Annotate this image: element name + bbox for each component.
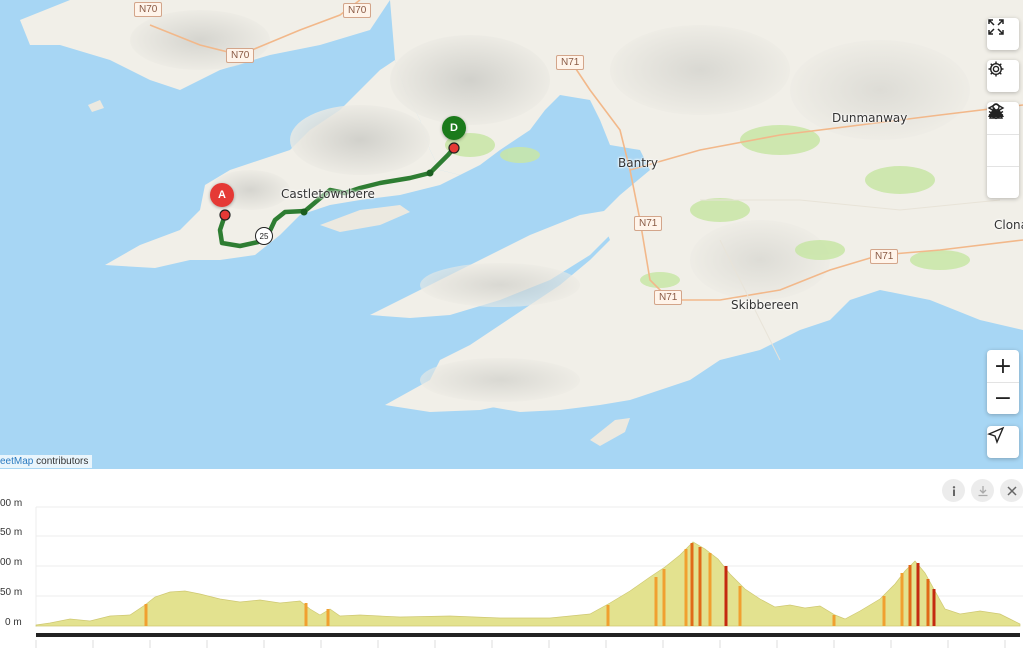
- road-shield: N71: [556, 55, 585, 70]
- town-label: Bantry: [618, 156, 658, 170]
- elevation-chart[interactable]: [0, 469, 1023, 648]
- fullscreen-control[interactable]: [987, 18, 1019, 50]
- settings-control[interactable]: [987, 60, 1019, 92]
- road-shield: N70: [343, 3, 372, 18]
- zoom-in-button[interactable]: +: [987, 350, 1019, 382]
- town-label: Castletownbere: [281, 187, 375, 201]
- town-label: Clona: [994, 218, 1023, 232]
- map-view[interactable]: N70 N70 N70 N71 N71 N71 N71 Dunmanway Ba…: [0, 0, 1023, 469]
- attribution-link[interactable]: eetMap: [0, 456, 33, 467]
- road-shield: N71: [654, 290, 683, 305]
- elevation-panel: 00 m 50 m 00 m 50 m 0 m: [0, 469, 1023, 648]
- route-start-marker[interactable]: A: [210, 183, 234, 207]
- locate-control[interactable]: [987, 426, 1019, 458]
- road-shield: N71: [634, 216, 663, 231]
- map-terrain: [20, 0, 1023, 446]
- road-shield: N71: [870, 249, 899, 264]
- zoom-out-button[interactable]: −: [987, 382, 1019, 414]
- map-layers-control[interactable]: [987, 102, 1019, 198]
- zoom-control[interactable]: + −: [987, 350, 1019, 414]
- gear-icon[interactable]: [987, 60, 1019, 92]
- fullscreen-icon[interactable]: [987, 18, 1019, 50]
- route-end-marker[interactable]: D: [442, 116, 466, 140]
- road-shield: N70: [226, 48, 255, 63]
- town-label: Skibbereen: [731, 298, 799, 312]
- road-shield: N70: [134, 2, 163, 17]
- locate-icon[interactable]: [987, 426, 1019, 458]
- attribution-text: contributors: [33, 456, 89, 467]
- town-label: Dunmanway: [832, 111, 908, 125]
- mountain-icon[interactable]: [987, 107, 1019, 166]
- map-attribution: eetMap contributors: [0, 455, 93, 468]
- pin-icon[interactable]: [987, 103, 1019, 198]
- waypoint-badge[interactable]: 25: [255, 227, 273, 245]
